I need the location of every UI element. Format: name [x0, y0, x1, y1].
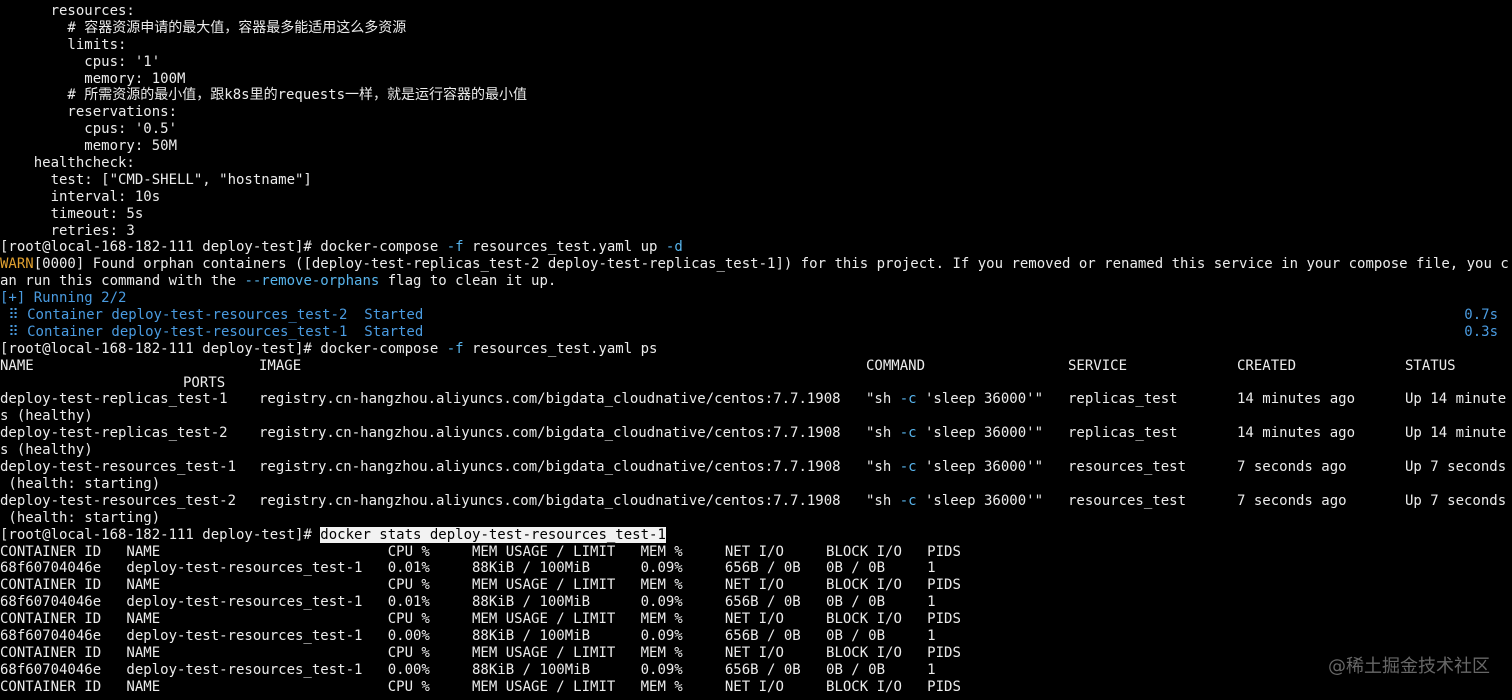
- ps-header-service: SERVICE: [1068, 357, 1128, 374]
- ps-cell-command: "sh -c 'sleep 36000'": [866, 459, 1044, 476]
- ps-cell-image: registry.cn-hangzhou.aliyuncs.com/bigdat…: [259, 391, 841, 408]
- ps-table-header: NAME IMAGE COMMAND SERVICE CREATED STATU…: [0, 358, 1512, 375]
- ps-cell-name: deploy-test-resources_test-2: [0, 492, 237, 509]
- stats-header: CONTAINER ID NAME CPU % MEM USAGE / LIMI…: [0, 678, 961, 695]
- table-row-wrap: (health: starting): [0, 509, 161, 526]
- shell-prompt: [root@local-168-182-111 deploy-test]#: [0, 239, 321, 256]
- yaml-line: cpus: '0.5': [0, 121, 178, 138]
- ps-cell-image: registry.cn-hangzhou.aliyuncs.com/bigdat…: [259, 425, 841, 442]
- selected-command-text[interactable]: docker stats deploy-test-resources_test-…: [320, 526, 666, 543]
- ps-cell-image: registry.cn-hangzhou.aliyuncs.com/bigdat…: [259, 492, 841, 509]
- ps-cell-status: Up 14 minute: [1405, 425, 1507, 442]
- yaml-line: healthcheck:: [0, 155, 135, 172]
- warning-line-wrap: an run this command with the --remove-or…: [0, 273, 1512, 290]
- elapsed-time: 0.7s: [1464, 307, 1498, 324]
- ps-cell-service: resources_test: [1068, 459, 1187, 476]
- terminal-window[interactable]: resources: # 容器资源申请的最大值，容器最多能适用这么多资源 lim…: [0, 0, 1512, 700]
- command-flag: -d: [665, 239, 683, 256]
- yaml-line: interval: 10s: [0, 188, 161, 205]
- container-started-row: ⠿ Container deploy-test-resources_test-2…: [0, 307, 1512, 324]
- command-flag: --remove-orphans: [244, 273, 380, 290]
- container-started-text: ⠿ Container deploy-test-resources_test-2…: [0, 307, 424, 324]
- ps-cell-created: 14 minutes ago: [1237, 391, 1356, 408]
- ps-cell-name: deploy-test-replicas_test-2: [0, 425, 228, 442]
- yaml-line: retries: 3: [0, 222, 135, 239]
- ps-cell-created: 14 minutes ago: [1237, 425, 1356, 442]
- ps-cell-name: deploy-test-replicas_test-1: [0, 391, 228, 408]
- command-flag: -f: [446, 340, 464, 357]
- ps-cell-command: "sh -c 'sleep 36000'": [866, 391, 1044, 408]
- stats-header: CONTAINER ID NAME CPU % MEM USAGE / LIMI…: [0, 543, 961, 560]
- yaml-line: memory: 100M: [0, 70, 186, 87]
- ps-cell-status: Up 7 seconds: [1405, 492, 1507, 509]
- shell-prompt: [root@local-168-182-111 deploy-test]#: [0, 340, 321, 357]
- ps-cell-service: resources_test: [1068, 492, 1187, 509]
- warn-text: an run this command with the: [0, 273, 245, 290]
- table-row: deploy-test-replicas_test-2 registry.cn-…: [0, 425, 1512, 442]
- ps-cell-command: "sh -c 'sleep 36000'": [866, 425, 1044, 442]
- yaml-comment: # 所需资源的最小值，跟k8s里的requests一样，就是运行容器的最小值: [0, 87, 528, 104]
- stats-header: CONTAINER ID NAME CPU % MEM USAGE / LIMI…: [0, 611, 961, 628]
- ps-cell-status: Up 14 minute: [1405, 391, 1507, 408]
- elapsed-time: 0.3s: [1464, 323, 1498, 340]
- yaml-line: cpus: '1': [0, 53, 161, 70]
- yaml-line: resources:: [0, 3, 135, 19]
- ps-cell-command: "sh -c 'sleep 36000'": [866, 492, 1044, 509]
- stats-row: 68f60704046e deploy-test-resources_test-…: [0, 560, 936, 577]
- stats-header: CONTAINER ID NAME CPU % MEM USAGE / LIMI…: [0, 577, 961, 594]
- yaml-line: reservations:: [0, 104, 178, 121]
- table-row-wrap: s (healthy): [0, 442, 93, 459]
- ps-header-created: CREATED: [1237, 357, 1297, 374]
- ps-cell-image: registry.cn-hangzhou.aliyuncs.com/bigdat…: [259, 459, 841, 476]
- ps-header-ports: PORTS: [183, 374, 226, 391]
- container-started-text: ⠿ Container deploy-test-resources_test-1…: [0, 323, 424, 340]
- ps-header-name: NAME: [0, 357, 34, 374]
- table-row-wrap: (health: starting): [0, 475, 161, 492]
- command-line-ps: [root@local-168-182-111 deploy-test]# do…: [0, 341, 1512, 358]
- stats-row: 68f60704046e deploy-test-resources_test-…: [0, 594, 936, 611]
- warn-tag: WARN: [0, 256, 34, 273]
- yaml-line: limits:: [0, 36, 127, 53]
- table-row-wrap: s (healthy): [0, 408, 93, 425]
- warn-text: flag to clean it up.: [379, 273, 557, 290]
- command-text: docker-compose: [320, 239, 447, 256]
- stats-row: 68f60704046e deploy-test-resources_test-…: [0, 661, 936, 678]
- command-text: resources_test.yaml ps: [463, 340, 658, 357]
- command-line-up: [root@local-168-182-111 deploy-test]# do…: [0, 239, 1512, 256]
- warning-line: WARN[0000] Found orphan containers ([dep…: [0, 256, 1512, 273]
- shell-prompt: [root@local-168-182-111 deploy-test]#: [0, 526, 321, 543]
- ps-cell-created: 7 seconds ago: [1237, 459, 1347, 476]
- running-status: [+] Running 2/2: [0, 290, 127, 307]
- ps-cell-status: Up 7 seconds: [1405, 459, 1507, 476]
- ps-header-status: STATUS: [1405, 357, 1456, 374]
- yaml-comment: # 容器资源申请的最大值，容器最多能适用这么多资源: [0, 19, 407, 36]
- ps-cell-service: replicas_test: [1068, 391, 1178, 408]
- command-flag: -f: [446, 239, 464, 256]
- warn-text: [0000] Found orphan containers ([deploy-…: [33, 256, 1509, 273]
- table-row: deploy-test-resources_test-1 registry.cn…: [0, 459, 1512, 476]
- table-row: deploy-test-replicas_test-1 registry.cn-…: [0, 391, 1512, 408]
- ps-header-image: IMAGE: [259, 357, 302, 374]
- watermark: @稀土掘金技术社区: [1328, 656, 1490, 677]
- yaml-line: timeout: 5s: [0, 205, 144, 222]
- command-text: docker-compose: [320, 340, 447, 357]
- stats-header: CONTAINER ID NAME CPU % MEM USAGE / LIMI…: [0, 644, 961, 661]
- stats-row: 68f60704046e deploy-test-resources_test-…: [0, 627, 936, 644]
- table-row: deploy-test-resources_test-2 registry.cn…: [0, 493, 1512, 510]
- container-started-row: ⠿ Container deploy-test-resources_test-1…: [0, 324, 1512, 341]
- yaml-line: memory: 50M: [0, 138, 178, 155]
- yaml-line: test: ["CMD-SHELL", "hostname"]: [0, 171, 312, 188]
- ps-header-command: COMMAND: [866, 357, 926, 374]
- command-line-stats: [root@local-168-182-111 deploy-test]# do…: [0, 526, 1512, 544]
- ps-cell-name: deploy-test-resources_test-1: [0, 459, 237, 476]
- ps-table-header-wrap: PORTS: [0, 375, 1512, 392]
- ps-cell-created: 7 seconds ago: [1237, 492, 1347, 509]
- command-text: resources_test.yaml up: [463, 239, 666, 256]
- ps-cell-service: replicas_test: [1068, 425, 1178, 442]
